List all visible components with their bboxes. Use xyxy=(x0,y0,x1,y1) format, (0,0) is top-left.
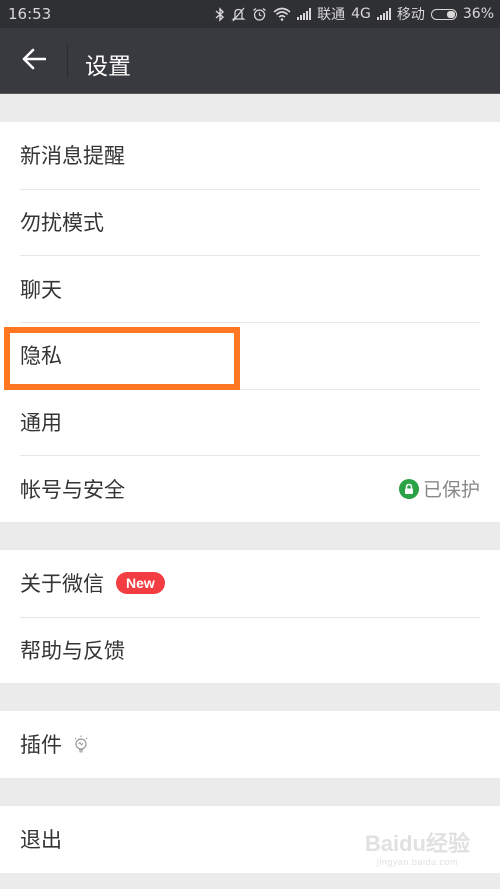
watermark-brand: Baidu经验 xyxy=(364,831,470,856)
network-type: 4G xyxy=(351,6,371,22)
carrier-2: 移动 xyxy=(396,7,425,23)
signal-icon xyxy=(297,8,312,20)
settings-group-about: 关于微信 New 帮助与反馈 xyxy=(0,550,500,684)
settings-item-help-feedback[interactable]: 帮助与反馈 xyxy=(0,616,500,684)
settings-item-plugins[interactable]: 插件 xyxy=(0,711,500,778)
battery-percent: 36% xyxy=(462,6,494,22)
wifi-icon xyxy=(273,7,291,21)
protection-status-text: 已保护 xyxy=(422,479,480,502)
status-time: 16:53 xyxy=(8,5,52,23)
status-icons: 联通 4G 移动 36% xyxy=(215,4,494,24)
settings-item-account-security[interactable]: 帐号与安全 已保护 xyxy=(0,455,500,522)
settings-item-label: 聊天 xyxy=(20,277,62,302)
lock-icon xyxy=(398,478,419,499)
carrier-1: 联通 xyxy=(317,7,346,23)
settings-item-label: 关于微信 xyxy=(20,572,104,597)
protection-status: 已保护 xyxy=(398,475,480,502)
mute-bell-icon xyxy=(231,7,246,22)
watermark-url: jingyan.baidu.com xyxy=(376,857,458,867)
settings-item-label: 退出 xyxy=(20,828,62,853)
settings-item-label: 帐号与安全 xyxy=(20,477,125,502)
back-button[interactable] xyxy=(14,42,54,80)
title-bar: 设置 xyxy=(0,28,500,94)
settings-item-label: 插件 xyxy=(20,733,62,758)
settings-item-general[interactable]: 通用 xyxy=(0,388,500,456)
settings-item-privacy[interactable]: 隐私 xyxy=(0,322,500,389)
new-badge: New xyxy=(116,572,165,595)
bluetooth-icon xyxy=(215,6,225,22)
page-title: 设置 xyxy=(85,54,131,80)
settings-item-do-not-disturb[interactable]: 勿扰模式 xyxy=(0,188,500,256)
title-divider xyxy=(67,44,68,78)
settings-group-main: 新消息提醒 勿扰模式 聊天 隐私 通用 帐号与安全 已保护 xyxy=(0,122,500,523)
settings-item-chat[interactable]: 聊天 xyxy=(0,255,500,322)
arrow-left-icon xyxy=(22,48,47,74)
watermark: Baidu经验 jingyan.baidu.com xyxy=(365,833,470,867)
lightbulb-icon xyxy=(72,734,90,754)
settings-group-plugins: 插件 xyxy=(0,711,500,778)
alarm-icon xyxy=(252,7,267,22)
settings-item-new-message-notifications[interactable]: 新消息提醒 xyxy=(0,122,500,189)
settings-item-about-wechat[interactable]: 关于微信 New xyxy=(0,550,500,617)
signal-icon xyxy=(376,8,391,20)
settings-item-label: 勿扰模式 xyxy=(20,211,104,236)
settings-item-label: 隐私 xyxy=(20,344,62,369)
settings-item-label: 通用 xyxy=(20,411,62,436)
settings-item-label: 新消息提醒 xyxy=(20,144,125,169)
settings-item-label: 帮助与反馈 xyxy=(20,639,125,664)
status-bar: 16:53 联通 4G 移动 36% xyxy=(0,0,500,28)
battery-icon xyxy=(430,8,457,20)
